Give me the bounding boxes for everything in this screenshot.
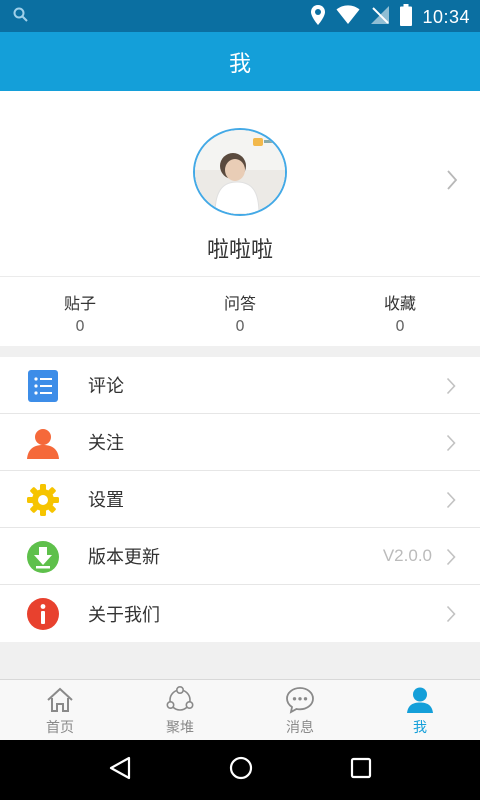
status-bar: 10:34 (0, 0, 480, 32)
menu-item-settings[interactable]: 设置 (0, 471, 480, 528)
system-nav-bar (0, 740, 480, 800)
tab-label: 消息 (286, 720, 314, 736)
tab-me[interactable]: 我 (360, 680, 480, 740)
menu-item-about[interactable]: 关于我们 (0, 585, 480, 642)
app-header: 我 (0, 32, 480, 91)
stat-posts[interactable]: 贴子 0 (0, 277, 160, 346)
username: 啦啦啦 (206, 238, 273, 263)
bottom-tab-bar: 首页 聚堆 消息 我 (0, 679, 480, 740)
menu-list: 评论 关注 设置 版本更新 V2.0.0 关于我们 (0, 357, 480, 642)
stat-value: 0 (395, 317, 405, 335)
info-icon (26, 597, 60, 631)
home-icon (45, 686, 75, 714)
person-icon (405, 686, 435, 714)
stat-favorites[interactable]: 收藏 0 (320, 277, 480, 346)
search-icon (12, 6, 30, 28)
battery-icon (400, 4, 413, 30)
menu-item-update[interactable]: 版本更新 V2.0.0 (0, 528, 480, 585)
stat-label: 贴子 (63, 294, 96, 313)
chevron-right-icon (446, 548, 456, 570)
stat-questions[interactable]: 问答 0 (160, 277, 320, 346)
no-signal-icon (370, 5, 390, 29)
stat-value: 0 (75, 317, 85, 335)
tab-messages[interactable]: 消息 (240, 680, 360, 740)
tab-label: 首页 (46, 720, 74, 736)
stat-label: 收藏 (383, 294, 416, 313)
tab-label: 聚堆 (166, 720, 194, 736)
share-cluster-icon (165, 686, 195, 714)
menu-label: 版本更新 (88, 547, 160, 568)
tab-label: 我 (413, 720, 427, 736)
stats-row: 贴子 0 问答 0 收藏 0 (0, 276, 480, 346)
list-icon (26, 369, 60, 403)
location-icon (310, 4, 326, 30)
menu-label: 设置 (88, 490, 124, 511)
chevron-right-icon (446, 605, 456, 627)
stat-label: 问答 (223, 294, 256, 313)
version-value: V2.0.0 (382, 546, 432, 565)
tab-home[interactable]: 首页 (0, 680, 120, 740)
menu-item-follow[interactable]: 关注 (0, 414, 480, 471)
status-time: 10:34 (422, 6, 470, 27)
home-circle-icon[interactable] (228, 755, 254, 785)
avatar[interactable] (193, 128, 287, 216)
chevron-right-icon (446, 491, 456, 513)
stat-value: 0 (235, 317, 245, 335)
wifi-icon (336, 5, 360, 29)
menu-item-comments[interactable]: 评论 (0, 357, 480, 414)
back-icon[interactable] (107, 755, 133, 785)
recents-icon[interactable] (349, 756, 373, 784)
tab-cluster[interactable]: 聚堆 (120, 680, 240, 740)
page-title: 我 (228, 51, 251, 77)
person-icon (26, 426, 60, 460)
menu-label: 评论 (88, 376, 124, 397)
download-icon (26, 540, 60, 574)
chevron-right-icon (446, 377, 456, 399)
chevron-right-icon (446, 434, 456, 456)
menu-label: 关于我们 (88, 604, 160, 626)
chat-icon (285, 686, 315, 714)
profile-card[interactable]: 啦啦啦 (0, 91, 480, 276)
chevron-right-icon (446, 169, 458, 195)
menu-label: 关注 (88, 433, 124, 454)
gear-icon (26, 483, 60, 517)
